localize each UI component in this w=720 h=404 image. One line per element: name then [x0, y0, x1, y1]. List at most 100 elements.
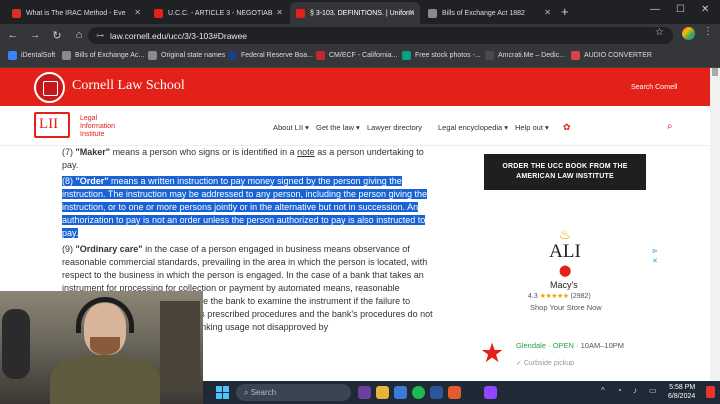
bookmark-favicon-icon [228, 51, 237, 60]
address-bar[interactable]: ⊶ law.cornell.edu/ucc/3/3-103#Drawee [88, 27, 673, 44]
store-open-status: OPEN [552, 341, 574, 350]
system-clock[interactable]: 5:58 PM 6/8/2024 [668, 383, 695, 401]
task-view-icon[interactable] [358, 386, 371, 399]
cornell-seal-icon[interactable] [34, 72, 65, 103]
rating-value: 4.3 [528, 293, 538, 300]
bookmark-label: Bills of Exchange Ac... [75, 52, 145, 59]
profile-avatar[interactable] [682, 27, 695, 40]
new-tab-icon[interactable]: + [561, 4, 569, 19]
bookmark-favicon-icon [485, 51, 494, 60]
nav-label: Help out [515, 123, 543, 132]
nav-label: Lawyer directory [367, 123, 423, 132]
close-window-icon[interactable]: ✕ [701, 4, 709, 15]
tab-title: § 3-103. DEFINITIONS. | Uniform [310, 9, 415, 17]
bookmark-state-names[interactable]: Original state names [148, 51, 225, 60]
bookmark-star-icon[interactable]: ☆ [655, 27, 664, 38]
ad-store-name[interactable]: Macy's [550, 280, 578, 290]
battery-icon[interactable]: ▭ [649, 386, 657, 395]
scrollbar-thumb[interactable] [712, 68, 718, 76]
site-search-icon[interactable]: ⌕ [667, 121, 673, 132]
order-ucc-book-button[interactable]: ORDER THE UCC BOOK FROM THE AMERICAN LAW… [484, 154, 646, 190]
close-tab-icon[interactable]: ✕ [544, 8, 551, 17]
note-link[interactable]: note [297, 147, 315, 157]
school-name-link[interactable]: Cornell Law School [72, 78, 185, 94]
nav-about-lii[interactable]: About LII ▾ [273, 123, 309, 132]
definition-text: means a written instruction to pay money… [62, 176, 428, 238]
macys-star-icon[interactable]: ★ [480, 340, 504, 367]
donate-gift-icon[interactable]: ✿ [563, 122, 571, 133]
minimize-icon[interactable]: — [650, 4, 660, 15]
nav-label: Get the law [316, 123, 354, 132]
maximize-icon[interactable]: ☐ [676, 4, 685, 15]
lii-name[interactable]: Legal Information Institute [80, 115, 115, 139]
presenter-body [50, 355, 160, 404]
shop-store-link[interactable]: Shop Your Store Now [530, 303, 602, 312]
defined-term: "Order" [75, 176, 109, 186]
tab-ucc-3-103[interactable]: § 3-103. DEFINITIONS. | Uniform ✕ [290, 2, 420, 24]
spotify-icon[interactable] [412, 386, 425, 399]
definition-order: (8) "Order" means a written instruction … [62, 175, 434, 240]
volume-icon[interactable]: ♪ [633, 386, 637, 395]
bookmark-identalsoft[interactable]: iDentalSoft [8, 51, 55, 60]
webcam-overlay [0, 291, 203, 404]
file-explorer-icon[interactable] [376, 386, 389, 399]
tab-bills-of-exchange[interactable]: Bills of Exchange Act 1882 ✕ [422, 2, 556, 24]
nav-get-the-law[interactable]: Get the law ▾ [316, 123, 360, 132]
bookmark-stock-photos[interactable]: Free stock photos -... [402, 51, 481, 60]
site-info-icon[interactable]: ⊶ [96, 31, 104, 40]
close-tab-icon[interactable]: ✕ [276, 8, 283, 17]
nav-legal-encyclopedia[interactable]: Legal encyclopedia ▾ [438, 123, 508, 132]
ali-logo[interactable]: ♨ ALI [540, 226, 590, 261]
tab-title: Bills of Exchange Act 1882 [442, 9, 525, 17]
tab-title: U.C.C. - ARTICLE 3 - NEGOTIAB [168, 9, 273, 17]
bookmark-favicon-icon [8, 51, 17, 60]
tab-ucc-article3[interactable]: U.C.C. - ARTICLE 3 - NEGOTIAB ✕ [148, 2, 288, 24]
tab-strip: What is The IRAC Method - Eve ✕ U.C.C. -… [0, 0, 720, 24]
close-tab-icon[interactable]: ✕ [134, 8, 141, 17]
bookmark-amcrati[interactable]: Amcrati.Me – Dedic... [485, 51, 565, 60]
map-pin-icon: ⬤ [559, 265, 572, 277]
lii-mark: LII [39, 116, 59, 132]
nav-help-out[interactable]: Help out ▾ [515, 123, 549, 132]
search-cornell-link[interactable]: Search Cornell [631, 84, 677, 91]
pickup-option: ✓ Curbside pickup [516, 360, 575, 367]
back-icon[interactable]: ← [4, 29, 22, 41]
bookmark-cm-ecf[interactable]: CM/ECF - California... [316, 51, 397, 60]
close-tab-icon[interactable]: ✕ [408, 8, 415, 17]
word-icon[interactable] [430, 386, 443, 399]
bookmark-audio-converter[interactable]: AUDIO CONVERTER [571, 51, 652, 60]
reload-icon[interactable]: ↻ [48, 29, 66, 42]
page-scrollbar[interactable] [710, 68, 720, 381]
chrome-icon[interactable] [394, 386, 407, 399]
bookmark-federal-reserve[interactable]: Federal Reserve Boa... [228, 51, 313, 60]
bookmark-label: CM/ECF - California... [329, 52, 398, 59]
lii-logo[interactable]: LII [34, 112, 70, 138]
app-icon-purple[interactable] [484, 386, 497, 399]
home-icon[interactable]: ⌂ [70, 29, 88, 41]
forward-icon[interactable]: → [26, 29, 44, 41]
paragraph-number: (8) [62, 176, 76, 186]
notification-icon[interactable] [706, 386, 715, 398]
paragraph-number: (9) [62, 244, 76, 254]
bookmark-bills-of-exchange[interactable]: Bills of Exchange Ac... [62, 51, 144, 60]
taskbar-search[interactable]: ⌕ Search [236, 384, 351, 401]
bookmark-label: Free stock photos -... [415, 52, 481, 59]
tab-irac[interactable]: What is The IRAC Method - Eve ✕ [6, 2, 146, 24]
bookmark-favicon-icon [316, 51, 325, 60]
start-button[interactable] [216, 386, 229, 399]
headphones [76, 297, 134, 333]
store-hours: 10AM–10PM [580, 341, 624, 350]
app-icon[interactable] [448, 386, 461, 399]
pickup-label: Curbside pickup [523, 360, 575, 367]
ad-close-icon[interactable]: ✕ [652, 257, 658, 265]
adchoices-icon[interactable]: ⊳ [652, 247, 658, 255]
definition-maker: (7) "Maker" means a person who signs or … [62, 146, 434, 172]
tray-overflow-icon[interactable]: ^ [601, 386, 605, 395]
network-icon[interactable]: ◔ [617, 386, 622, 395]
page-favicon-icon [428, 8, 437, 18]
nav-lawyer-directory[interactable]: Lawyer directory [367, 123, 422, 132]
bookmark-favicon-icon [571, 51, 580, 60]
steam-icon[interactable] [466, 386, 479, 399]
browser-menu-icon[interactable]: ⋮ [703, 26, 713, 37]
bookmarks-bar: iDentalSoft Bills of Exchange Ac... Orig… [0, 46, 720, 68]
